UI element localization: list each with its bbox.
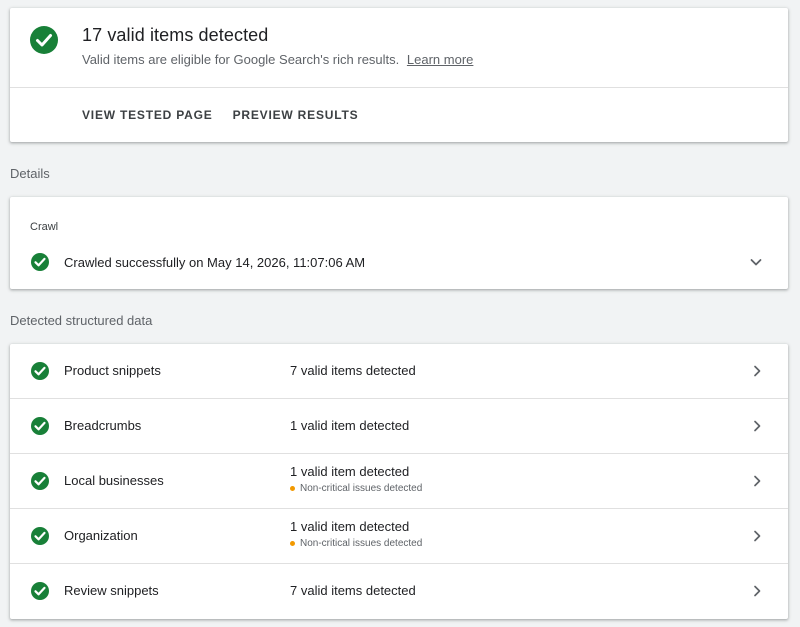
row-note-text: Non-critical issues detected	[300, 483, 423, 494]
row-note: Non-critical issues detected	[290, 483, 422, 494]
row-status: 1 valid item detected	[290, 519, 410, 534]
structured-data-heading: Detected structured data	[10, 313, 153, 328]
page: 17 valid items detected Valid items are …	[0, 0, 800, 627]
crawl-status-row[interactable]: Crawled successfully on May 14, 2026, 11…	[30, 251, 768, 273]
structured-data-row-organization[interactable]: Organization 1 valid item detected Non-c…	[10, 509, 788, 564]
check-circle-icon	[31, 253, 49, 271]
warning-dot-icon	[290, 486, 295, 491]
check-circle-icon	[31, 582, 49, 600]
check-circle-icon	[31, 527, 49, 545]
summary-header: 17 valid items detected Valid items are …	[10, 8, 788, 88]
summary-subtitle-text: Valid items are eligible for Google Sear…	[82, 52, 400, 67]
structured-data-row-local-businesses[interactable]: Local businesses 1 valid item detected N…	[10, 454, 788, 509]
row-name: Organization	[64, 528, 138, 543]
crawl-status-text: Crawled successfully on May 14, 2026, 11…	[64, 254, 366, 270]
row-status: 1 valid item detected	[290, 464, 410, 479]
row-name: Breadcrumbs	[64, 418, 142, 433]
summary-actions: VIEW TESTED PAGE PREVIEW RESULTS	[82, 108, 358, 122]
chevron-right-icon[interactable]	[750, 474, 764, 488]
structured-data-list: Product snippets 7 valid items detected …	[10, 344, 788, 619]
structured-data-row-breadcrumbs[interactable]: Breadcrumbs 1 valid item detected	[10, 399, 788, 454]
preview-results-button[interactable]: PREVIEW RESULTS	[233, 108, 359, 122]
row-status: 1 valid item detected	[290, 418, 410, 433]
row-name: Review snippets	[64, 583, 159, 598]
chevron-right-icon[interactable]	[750, 419, 764, 433]
chevron-right-icon[interactable]	[750, 529, 764, 543]
summary-subtitle: Valid items are eligible for Google Sear…	[82, 52, 473, 67]
crawl-label: Crawl	[30, 221, 59, 233]
check-circle-icon	[31, 472, 49, 490]
row-name: Product snippets	[64, 363, 161, 378]
warning-dot-icon	[290, 541, 295, 546]
row-note-text: Non-critical issues detected	[300, 538, 423, 549]
chevron-right-icon[interactable]	[750, 364, 764, 378]
row-status: 7 valid items detected	[290, 363, 416, 378]
chevron-right-icon[interactable]	[750, 584, 764, 598]
row-name: Local businesses	[64, 473, 164, 488]
view-tested-page-button[interactable]: VIEW TESTED PAGE	[82, 108, 213, 122]
check-circle-icon	[30, 26, 58, 54]
summary-title: 17 valid items detected	[82, 25, 269, 45]
chevron-down-icon[interactable]	[748, 254, 764, 270]
structured-data-row-review-snippets[interactable]: Review snippets 7 valid items detected	[10, 564, 788, 619]
learn-more-link[interactable]: Learn more	[407, 52, 473, 67]
crawl-card: Crawl Crawled successfully on May 14, 20…	[10, 197, 788, 289]
summary-card: 17 valid items detected Valid items are …	[10, 8, 788, 142]
structured-data-row-product-snippets[interactable]: Product snippets 7 valid items detected	[10, 344, 788, 399]
row-note: Non-critical issues detected	[290, 538, 422, 549]
check-circle-icon	[31, 362, 49, 380]
details-heading: Details	[10, 166, 50, 181]
check-circle-icon	[31, 417, 49, 435]
row-status: 7 valid items detected	[290, 583, 416, 598]
